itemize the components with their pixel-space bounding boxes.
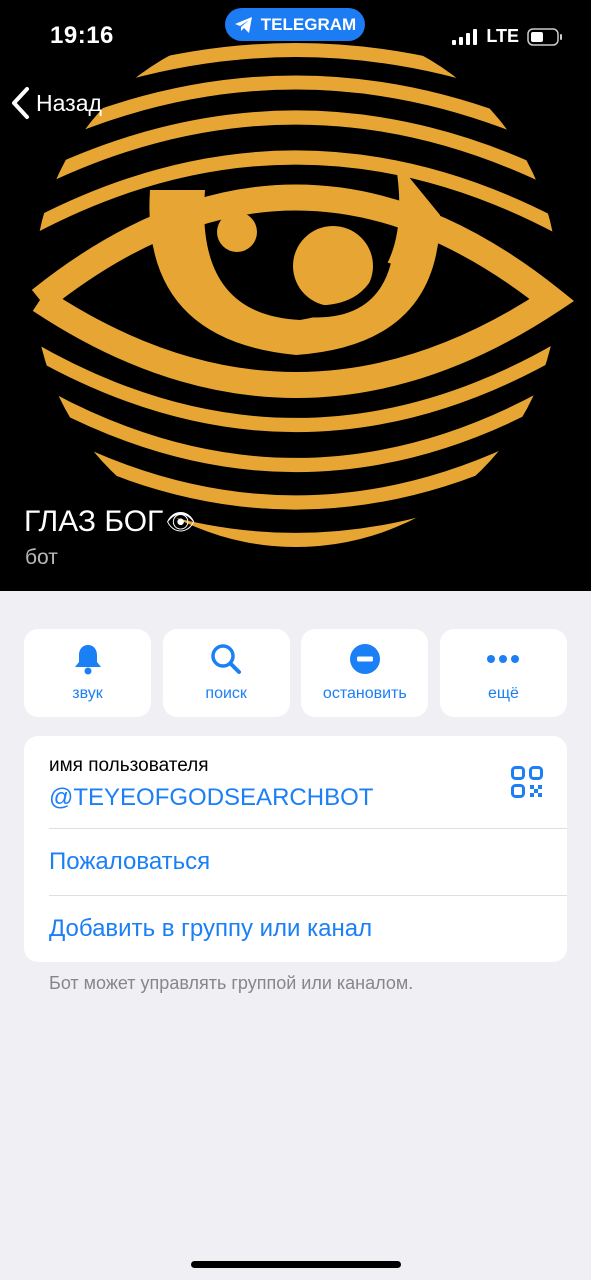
- more-button[interactable]: ещё: [439, 629, 567, 717]
- profile-name-text: ГЛАЗ БОГ: [24, 505, 164, 538]
- search-label: поиск: [205, 685, 247, 702]
- profile-subtitle: бот: [25, 546, 58, 569]
- info-card: имя пользователя @TEYEOFGODSEARCHBOT Пож…: [24, 736, 567, 962]
- back-button[interactable]: Назад: [10, 86, 102, 120]
- bell-icon: [74, 645, 101, 675]
- search-icon: [211, 644, 242, 674]
- stop-button[interactable]: остановить: [301, 629, 429, 717]
- bot-footnote: Бот может управлять группой или каналом.: [49, 973, 414, 993]
- battery-icon: [527, 27, 562, 46]
- telegram-pill[interactable]: TELEGRAM: [225, 8, 365, 41]
- network-type: LTE: [486, 26, 519, 46]
- telegram-icon: [234, 16, 252, 33]
- sound-button[interactable]: звук: [24, 629, 151, 717]
- search-button[interactable]: поиск: [162, 629, 290, 717]
- chevron-left-icon: [12, 87, 29, 119]
- status-time: 19:16: [50, 22, 114, 49]
- eye-emoji-icon: 👁: [165, 508, 196, 536]
- profile-header: 19:16 TELEGRAM LTE Назад ГЛАЗ БОГ 👁 бот: [0, 0, 591, 591]
- status-indicators: LTE: [452, 26, 563, 47]
- more-icon: [487, 655, 520, 663]
- home-indicator[interactable]: [191, 1261, 401, 1268]
- add-to-group-button[interactable]: Добавить в группу или канал: [49, 896, 567, 962]
- qr-code-icon[interactable]: [511, 766, 543, 798]
- username-row[interactable]: имя пользователя @TEYEOFGODSEARCHBOT: [49, 736, 567, 829]
- back-label: Назад: [36, 89, 102, 116]
- action-bar: звук поиск остановить ещё: [24, 629, 567, 717]
- username-value[interactable]: @TEYEOFGODSEARCHBOT: [49, 784, 373, 812]
- report-button[interactable]: Пожаловаться: [49, 829, 567, 896]
- signal-icon: [452, 28, 478, 45]
- sound-label: звук: [72, 685, 103, 702]
- telegram-pill-label: TELEGRAM: [260, 14, 357, 34]
- stop-label: остановить: [322, 685, 407, 702]
- stop-icon: [349, 644, 380, 674]
- profile-name: ГЛАЗ БОГ 👁: [24, 505, 196, 539]
- more-label: ещё: [487, 685, 519, 702]
- username-caption: имя пользователя: [49, 755, 209, 776]
